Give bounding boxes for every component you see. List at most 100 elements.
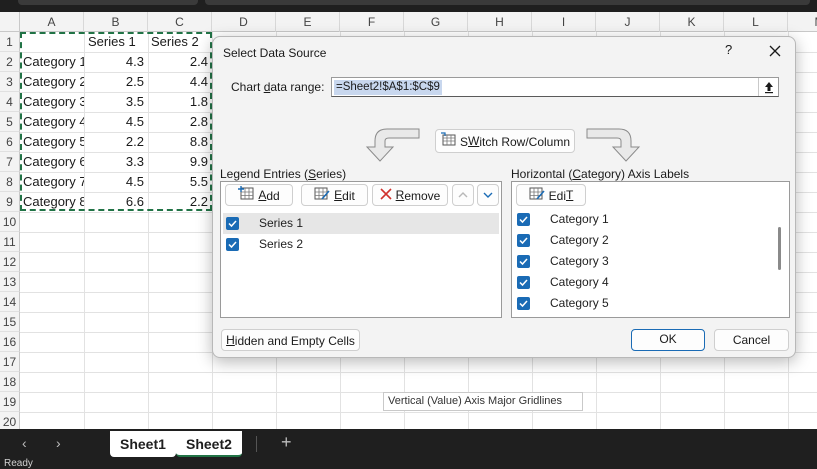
- row-header-19[interactable]: 19: [0, 392, 20, 412]
- series-item[interactable]: Series 2: [223, 234, 499, 255]
- tab-sheet2[interactable]: Sheet2: [176, 431, 242, 457]
- checkbox-checked-icon[interactable]: [517, 213, 530, 226]
- row-header-11[interactable]: 11: [0, 232, 20, 252]
- category-label: Category 4: [550, 275, 609, 289]
- chart-range-value: =Sheet2!$A$1:$C$9: [334, 80, 442, 95]
- row-header-5[interactable]: 5: [0, 112, 20, 132]
- series-item[interactable]: Series 1: [223, 213, 499, 234]
- edit-table-icon: [529, 186, 545, 206]
- column-header-h[interactable]: H: [468, 12, 532, 32]
- ok-button[interactable]: OK: [631, 329, 705, 351]
- row-header-3[interactable]: 3: [0, 72, 20, 92]
- column-header-d[interactable]: D: [212, 12, 276, 32]
- select-all-corner[interactable]: [0, 12, 20, 32]
- checkbox-checked-icon[interactable]: [517, 276, 530, 289]
- column-header-g[interactable]: G: [404, 12, 468, 32]
- column-header-j[interactable]: J: [596, 12, 660, 32]
- column-header-i[interactable]: I: [532, 12, 596, 32]
- edit-table-icon: [314, 186, 330, 206]
- category-label: Category 1: [550, 212, 609, 226]
- edit-series-button[interactable]: Edit: [301, 184, 368, 206]
- category-label: Category 5: [550, 296, 609, 310]
- column-header-e[interactable]: E: [276, 12, 340, 32]
- title-bar: [0, 0, 817, 12]
- move-up-button[interactable]: [452, 184, 474, 206]
- axis-labels-panel: EdiT Category 1 Category 2 Category 3 Ca…: [511, 181, 790, 318]
- checkbox-checked-icon[interactable]: [226, 238, 239, 251]
- chevron-up-icon: [458, 192, 468, 198]
- checkbox-checked-icon[interactable]: [517, 255, 530, 268]
- column-header-b[interactable]: B: [84, 12, 148, 32]
- legend-entries-label: Legend Entries (Series): [220, 167, 347, 181]
- select-data-source-dialog: Select Data Source ? Chart data range: =…: [212, 36, 796, 358]
- row-header-10[interactable]: 10: [0, 212, 20, 232]
- tab-sheet1[interactable]: Sheet1: [110, 431, 176, 457]
- curved-arrow-left-icon: [365, 128, 420, 162]
- status-text: Ready: [4, 458, 33, 469]
- row-header-13[interactable]: 13: [0, 272, 20, 292]
- row-header-20[interactable]: 20: [0, 412, 20, 429]
- collapse-dialog-icon[interactable]: [758, 78, 778, 96]
- scroll-left-icon[interactable]: ‹: [22, 435, 27, 451]
- column-header-f[interactable]: F: [340, 12, 404, 32]
- axis-labels-label: Horizontal (Category) Axis Labels: [511, 167, 690, 181]
- column-header-c[interactable]: C: [148, 12, 212, 32]
- switch-row-column-button[interactable]: SWitch Row/Column: [435, 129, 575, 153]
- column-header-k[interactable]: K: [660, 12, 724, 32]
- column-header-bar: A B C D E F G H I J K L M: [0, 12, 817, 32]
- help-icon[interactable]: ?: [725, 42, 732, 57]
- chevron-down-icon: [483, 192, 493, 198]
- edit-axis-labels-button[interactable]: EdiT: [516, 184, 586, 206]
- move-down-button[interactable]: [477, 184, 499, 206]
- column-header-m[interactable]: M: [788, 12, 817, 32]
- status-bar: Ready: [0, 459, 817, 469]
- category-item[interactable]: Category 2: [514, 230, 787, 251]
- checkbox-checked-icon[interactable]: [226, 217, 239, 230]
- row-header-18[interactable]: 18: [0, 372, 20, 392]
- row-header-17[interactable]: 17: [0, 352, 20, 372]
- close-icon[interactable]: [765, 41, 785, 61]
- column-header-l[interactable]: L: [724, 12, 788, 32]
- add-sheet-icon[interactable]: +: [281, 432, 292, 453]
- category-label: Category 3: [550, 254, 609, 268]
- chart-range-input[interactable]: =Sheet2!$A$1:$C$9: [331, 77, 779, 97]
- formula-name-box[interactable]: [18, 0, 198, 5]
- cancel-button[interactable]: Cancel: [714, 329, 789, 351]
- scroll-right-icon[interactable]: ›: [56, 435, 61, 451]
- curved-arrow-right-icon: [586, 128, 641, 162]
- hidden-empty-cells-button[interactable]: Hidden and Empty Cells: [221, 329, 360, 351]
- scrollbar-thumb[interactable]: [778, 227, 781, 270]
- series-label: Series 2: [259, 237, 304, 251]
- checkbox-checked-icon[interactable]: [517, 234, 530, 247]
- row-header-4[interactable]: 4: [0, 92, 20, 112]
- add-series-button[interactable]: Add: [225, 184, 293, 206]
- column-header-a[interactable]: A: [20, 12, 84, 32]
- row-header-1[interactable]: 1: [0, 32, 20, 52]
- gridline: [20, 372, 817, 373]
- row-header-15[interactable]: 15: [0, 312, 20, 332]
- gridlines-tooltip: Vertical (Value) Axis Major Gridlines: [383, 392, 583, 411]
- category-item[interactable]: Category 5: [514, 293, 787, 314]
- tab-divider: [256, 436, 257, 452]
- category-item[interactable]: Category 4: [514, 272, 787, 293]
- row-header-2[interactable]: 2: [0, 52, 20, 72]
- row-header-7[interactable]: 7: [0, 152, 20, 172]
- dialog-title: Select Data Source: [223, 46, 327, 60]
- category-item[interactable]: Category 3: [514, 251, 787, 272]
- chart-range-label: Chart data range:: [231, 80, 325, 94]
- row-header-14[interactable]: 14: [0, 292, 20, 312]
- remove-x-icon: [380, 186, 392, 206]
- copy-range-marquee: [20, 32, 212, 211]
- category-item[interactable]: Category 1: [514, 209, 787, 230]
- category-label: Category 2: [550, 233, 609, 247]
- row-header-6[interactable]: 6: [0, 132, 20, 152]
- remove-series-button[interactable]: Remove: [372, 184, 448, 206]
- row-header-16[interactable]: 16: [0, 332, 20, 352]
- formula-bar[interactable]: [205, 0, 810, 5]
- row-header-8[interactable]: 8: [0, 172, 20, 192]
- checkbox-checked-icon[interactable]: [517, 297, 530, 310]
- row-header-12[interactable]: 12: [0, 252, 20, 272]
- add-table-icon: [238, 185, 254, 206]
- sheet-tab-bar: ‹ › Sheet1 Sheet2 +: [0, 429, 817, 459]
- row-header-9[interactable]: 9: [0, 192, 20, 212]
